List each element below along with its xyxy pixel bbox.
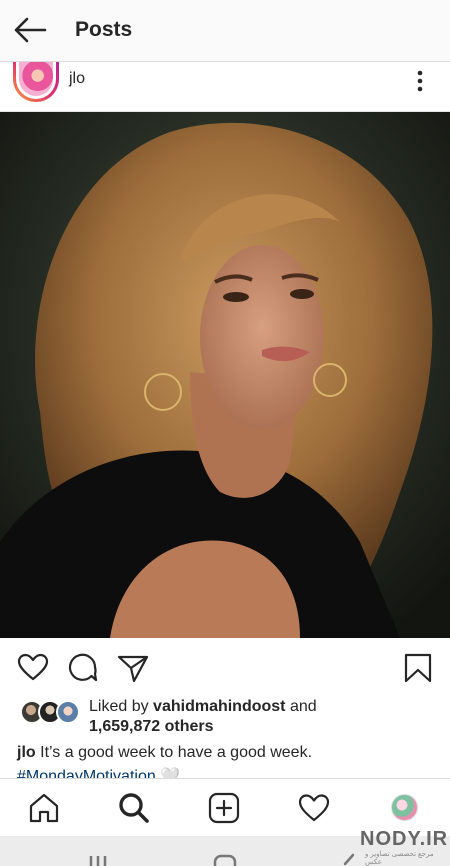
new-post-icon[interactable] xyxy=(207,791,241,825)
likes-section: Liked by vahidmahindoost and 1,659,872 o… xyxy=(0,696,450,740)
bookmark-icon[interactable] xyxy=(402,652,434,684)
profile-avatar[interactable] xyxy=(391,794,418,821)
post-username[interactable]: jlo xyxy=(69,70,85,88)
watermark: NODY.IR xyxy=(360,828,449,850)
home-button-icon[interactable] xyxy=(213,852,237,866)
heart-icon[interactable] xyxy=(17,652,49,684)
liked-by-text: Liked by vahidmahindoost and xyxy=(89,698,317,715)
arrow-left-icon[interactable] xyxy=(12,14,48,46)
back-button-icon[interactable] xyxy=(340,852,356,866)
liker-username[interactable]: vahidmahindoost xyxy=(153,698,285,715)
hashtag-link[interactable]: #MondayMotivation 🤍 xyxy=(17,766,180,778)
watermark-subtitle: مرجع تخصصی تصاویر و عکس xyxy=(365,851,434,866)
search-icon[interactable] xyxy=(117,791,151,825)
likes-count[interactable]: 1,659,872 others xyxy=(89,718,214,736)
avatar[interactable] xyxy=(13,62,59,102)
post-caption: jlo It’s a good week to have a good week… xyxy=(17,744,312,762)
liker-avatar[interactable] xyxy=(56,700,80,724)
post-image[interactable] xyxy=(0,112,450,638)
comment-icon[interactable] xyxy=(67,652,99,684)
home-icon[interactable] xyxy=(27,791,61,825)
activity-heart-icon[interactable] xyxy=(297,791,331,825)
caption-text: It’s a good week to have a good week. xyxy=(35,744,313,761)
avatar-image xyxy=(19,62,53,96)
post-actions xyxy=(0,638,450,696)
share-icon[interactable] xyxy=(117,652,149,684)
portrait-illustration xyxy=(0,112,450,638)
recent-apps-icon[interactable] xyxy=(88,852,108,866)
page-title: Posts xyxy=(75,18,133,41)
post-header: jlo xyxy=(0,62,450,112)
top-bar: Posts xyxy=(0,0,450,62)
caption-username[interactable]: jlo xyxy=(17,744,36,761)
more-vertical-icon[interactable] xyxy=(410,68,430,94)
